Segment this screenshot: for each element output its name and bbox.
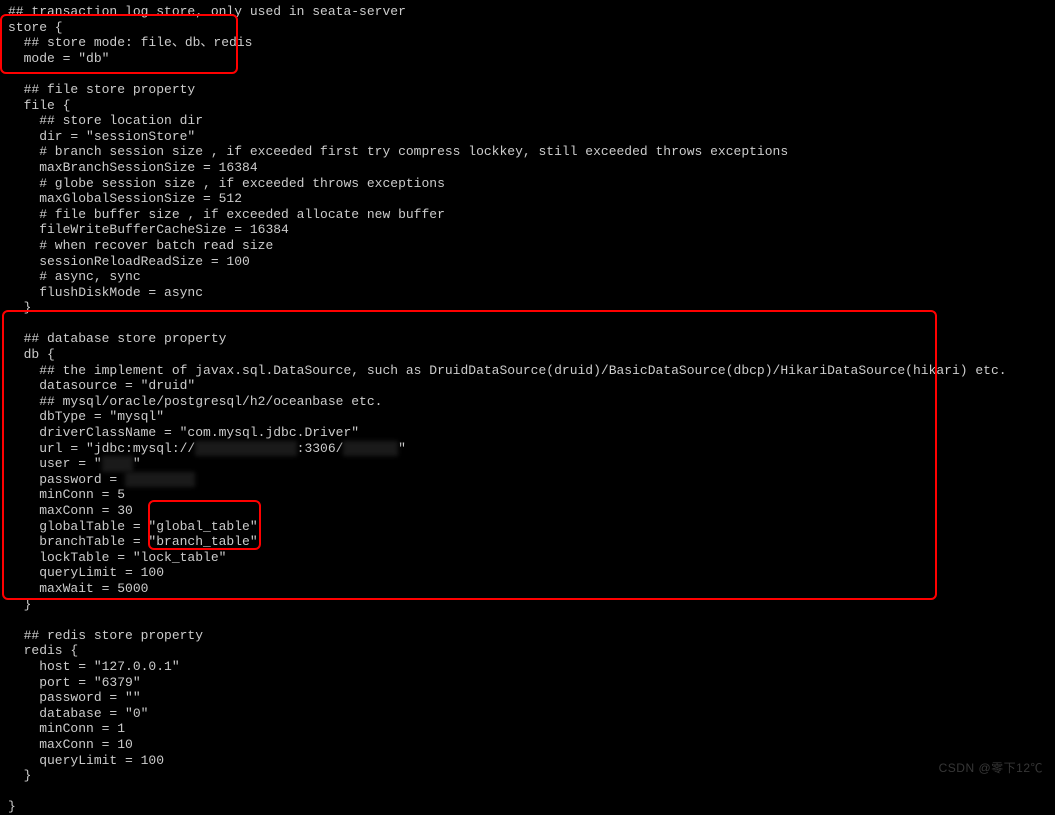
code-line: minConn = 1 — [8, 721, 125, 736]
code-line: datasource = "druid" — [8, 378, 195, 393]
redacted-user: xxxx — [102, 456, 133, 472]
code-line: } — [8, 300, 31, 315]
code-line: # globe session size , if exceeded throw… — [8, 176, 445, 191]
code-line: user = "xxxx" — [8, 456, 141, 471]
code-line: globalTable = "global_table" — [8, 519, 258, 534]
redacted-host: xxxxxxxxxxxxx — [195, 441, 296, 457]
code-line: } — [8, 768, 31, 783]
code-line: queryLimit = 100 — [8, 565, 164, 580]
code-line: dbType = "mysql" — [8, 409, 164, 424]
code-line: branchTable = "branch_table" — [8, 534, 258, 549]
watermark-text: CSDN @零下12℃ — [939, 761, 1043, 775]
code-line: ## mysql/oracle/postgresql/h2/oceanbase … — [8, 394, 382, 409]
code-line: dir = "sessionStore" — [8, 129, 195, 144]
code-line: driverClassName = "com.mysql.jdbc.Driver… — [8, 425, 359, 440]
code-line: mode = "db" — [8, 51, 109, 66]
code-line: ## redis store property — [8, 628, 203, 643]
code-line: } — [8, 597, 31, 612]
code-line: host = "127.0.0.1" — [8, 659, 180, 674]
code-line: maxConn = 30 — [8, 503, 133, 518]
redacted-password: xxxxxxxxx — [125, 472, 195, 488]
code-line: port = "6379" — [8, 675, 141, 690]
code-line: ## file store property — [8, 82, 195, 97]
code-line: redis { — [8, 643, 78, 658]
code-line: flushDiskMode = async — [8, 285, 203, 300]
config-code-block: ## transaction log store, only used in s… — [8, 4, 1047, 815]
code-line: } — [8, 799, 16, 814]
code-line: password = "" — [8, 690, 141, 705]
code-line: url = "jdbc:mysql://xxxxxxxxxxxxx:3306/x… — [8, 441, 406, 456]
code-line: ## database store property — [8, 331, 226, 346]
redacted-dbname: xxxxxxx — [343, 441, 398, 457]
code-line: queryLimit = 100 — [8, 753, 164, 768]
code-line: file { — [8, 98, 70, 113]
code-line: maxGlobalSessionSize = 512 — [8, 191, 242, 206]
code-line: maxWait = 5000 — [8, 581, 148, 596]
code-line: fileWriteBufferCacheSize = 16384 — [8, 222, 289, 237]
code-line: maxBranchSessionSize = 16384 — [8, 160, 258, 175]
code-line: sessionReloadReadSize = 100 — [8, 254, 250, 269]
code-line: ## store mode: file、db、redis — [8, 35, 252, 50]
code-line: # when recover batch read size — [8, 238, 273, 253]
code-line: lockTable = "lock_table" — [8, 550, 226, 565]
code-line: # file buffer size , if exceeded allocat… — [8, 207, 445, 222]
code-line: db { — [8, 347, 55, 362]
code-line: maxConn = 10 — [8, 737, 133, 752]
code-line: ## store location dir — [8, 113, 203, 128]
code-line: # branch session size , if exceeded firs… — [8, 144, 788, 159]
code-line: ## transaction log store, only used in s… — [8, 4, 406, 19]
code-line: # async, sync — [8, 269, 141, 284]
code-line: ## the implement of javax.sql.DataSource… — [8, 363, 1007, 378]
code-line: database = "0" — [8, 706, 148, 721]
code-line: password = xxxxxxxxx — [8, 472, 195, 487]
code-line: store { — [8, 20, 63, 35]
code-line: minConn = 5 — [8, 487, 125, 502]
